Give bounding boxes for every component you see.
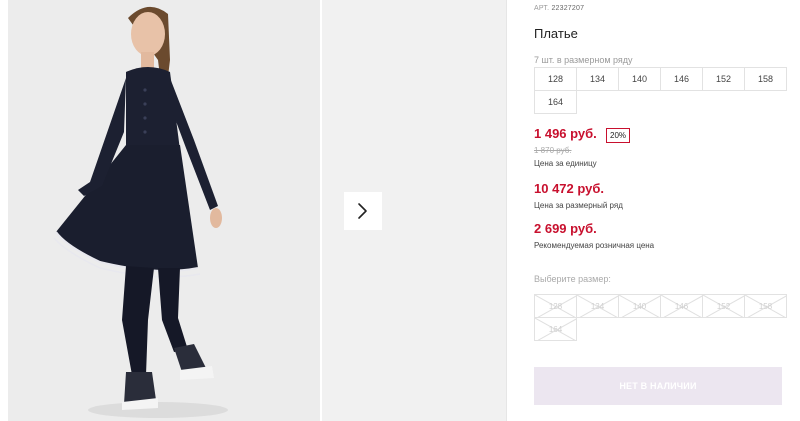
size-option-label: 152 [716, 301, 731, 311]
size-option-label: 146 [674, 301, 689, 311]
unit-price-caption: Цена за единицу [534, 159, 597, 168]
row-price-caption: Цена за размерный ряд [534, 201, 623, 210]
size-row-item: 158 [744, 67, 787, 91]
size-row-item: 146 [660, 67, 703, 91]
out-of-stock-button[interactable]: НЕТ В НАЛИЧИИ [534, 367, 782, 405]
retail-price: 2 699 руб. [534, 221, 597, 236]
size-option-disabled[interactable]: 158 [744, 294, 787, 318]
size-row-item: 164 [534, 90, 577, 114]
product-sku: АРТ. 22327207 [534, 5, 584, 12]
sku-value: 22327207 [551, 5, 585, 12]
size-option-label: 158 [758, 301, 773, 311]
retail-price-caption: Рекомендуемая розничная цена [534, 241, 655, 250]
size-option-label: 164 [548, 324, 563, 334]
size-row-item: 128 [534, 67, 577, 91]
size-option-disabled[interactable]: 128 [534, 294, 577, 318]
row-price: 10 472 руб. [534, 181, 605, 196]
product-title: Платье [534, 26, 578, 41]
discount-badge: 20% [606, 128, 631, 143]
old-price: 1 870 руб. [534, 146, 572, 155]
choose-size-label: Выберите размер: [534, 274, 611, 284]
size-row-item: 134 [576, 67, 619, 91]
unit-price: 1 496 руб. [534, 126, 597, 141]
product-gallery [0, 0, 508, 421]
size-option-label: 128 [548, 301, 563, 311]
size-option-disabled[interactable]: 164 [534, 317, 577, 341]
size-option-disabled[interactable]: 152 [702, 294, 745, 318]
chevron-right-icon [358, 203, 367, 219]
divider [506, 0, 507, 421]
sku-label: АРТ. [534, 5, 550, 12]
size-option-disabled[interactable]: 134 [576, 294, 619, 318]
gallery-next-button[interactable] [344, 192, 382, 230]
size-row-item: 140 [618, 67, 661, 91]
size-option-disabled[interactable]: 146 [660, 294, 703, 318]
size-row-item: 152 [702, 67, 745, 91]
size-option-disabled[interactable]: 140 [618, 294, 661, 318]
size-option-label: 140 [632, 301, 647, 311]
product-photo[interactable] [8, 0, 320, 421]
size-row-count: 7 шт. в размерном ряду [534, 55, 633, 65]
size-option-label: 134 [590, 301, 605, 311]
